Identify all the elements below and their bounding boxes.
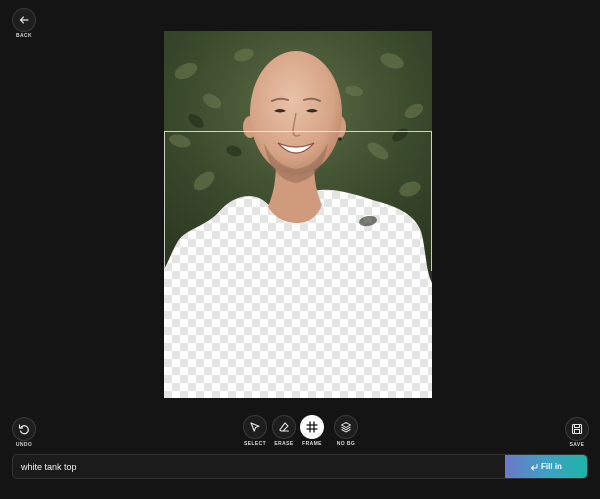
image-canvas[interactable] [164,31,432,398]
prompt-bar: Fill in [12,454,588,479]
fill-in-label: Fill in [541,462,562,471]
back-label: BACK [15,33,33,39]
back-button[interactable] [12,8,36,32]
erase-tool-button[interactable] [272,415,296,439]
edited-photo [164,31,432,283]
save-label: SAVE [569,442,585,448]
save-button[interactable] [565,417,589,441]
nobg-tool-button[interactable] [334,415,358,439]
eraser-icon [279,422,290,432]
frame-icon [306,421,318,433]
undo-icon [18,424,29,435]
undo-button[interactable] [12,417,36,441]
nobg-tool-label: NO BG [336,441,356,447]
fill-in-button[interactable]: Fill in [505,455,587,478]
frame-tool-button[interactable] [300,415,324,439]
prompt-input[interactable] [13,455,506,478]
select-tool-button[interactable] [243,415,267,439]
save-icon [571,423,583,435]
undo-label: UNDO [15,442,33,448]
arrow-left-icon [19,16,29,24]
cursor-icon [250,422,260,432]
layers-icon [341,422,351,433]
return-arrow-icon [531,463,538,470]
